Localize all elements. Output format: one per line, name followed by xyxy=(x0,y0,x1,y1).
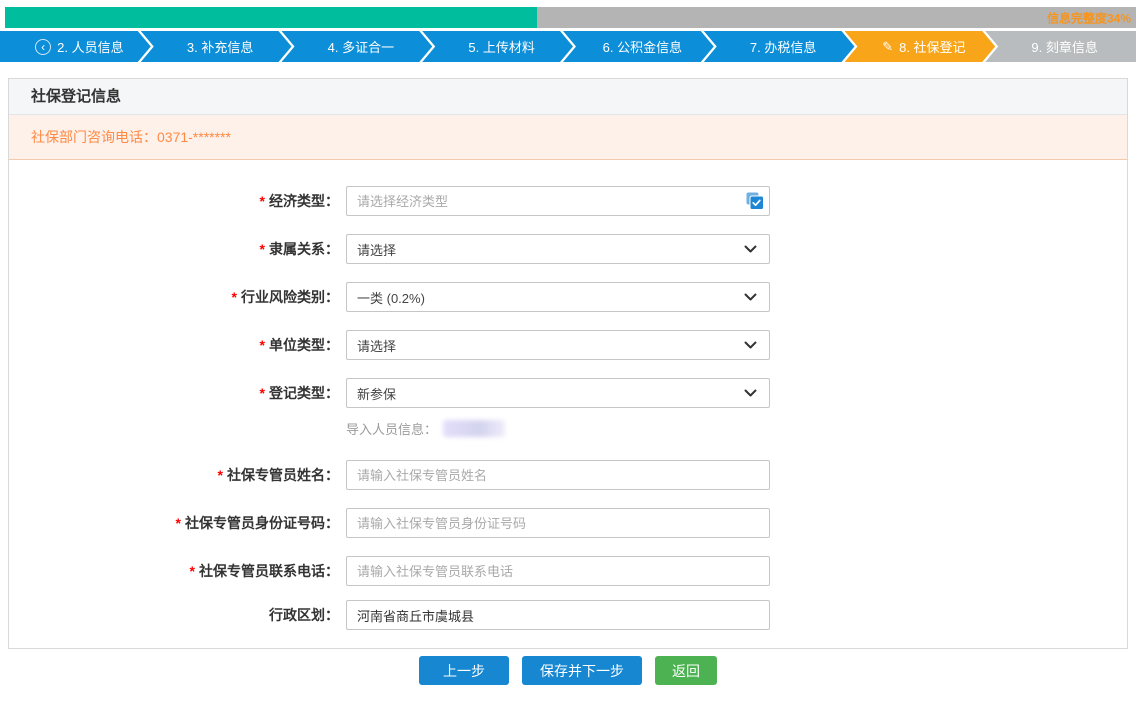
chevron-down-icon xyxy=(744,389,757,397)
step-label: 3. 补充信息 xyxy=(187,37,253,56)
page: 信息完整度34% ‹ 2. 人员信息 3. 补充信息 4. 多证合一 5. 上传… xyxy=(0,0,1136,703)
chevron-down-icon xyxy=(744,341,757,349)
required-mark: * xyxy=(218,467,223,483)
progress-fill xyxy=(5,7,537,28)
step-label: 9. 刻章信息 xyxy=(1031,37,1097,56)
required-mark: * xyxy=(176,515,181,531)
step-social-security[interactable]: ✎ 8. 社保登记 xyxy=(845,31,996,62)
row-economic-type: *经济类型： xyxy=(9,186,1127,216)
required-mark: * xyxy=(260,241,265,257)
row-ss-manager-id: *社保专管员身份证号码： xyxy=(9,508,1127,538)
pencil-icon: ✎ xyxy=(882,39,893,55)
social-security-form: *经济类型： *隶属关系： 请选择 xyxy=(9,160,1127,648)
industry-risk-select[interactable]: 一类 (0.2%) xyxy=(346,282,770,312)
row-ss-manager-phone: *社保专管员联系电话： xyxy=(9,556,1127,586)
checkbox-picker-icon[interactable] xyxy=(745,191,765,211)
step-personnel-info[interactable]: ‹ 2. 人员信息 xyxy=(0,31,151,62)
selected-value: 请选择 xyxy=(357,336,744,355)
step-label: 4. 多证合一 xyxy=(328,37,394,56)
required-mark: * xyxy=(260,385,265,401)
action-bar: 上一步 保存并下一步 返回 xyxy=(0,656,1136,685)
step-multi-cert[interactable]: 4. 多证合一 xyxy=(282,31,433,62)
unit-type-select[interactable]: 请选择 xyxy=(346,330,770,360)
affiliation-select[interactable]: 请选择 xyxy=(346,234,770,264)
notice-bar: 社保部门咨询电话：0371-******* xyxy=(9,115,1127,160)
row-industry-risk: *行业风险类别： 一类 (0.2%) xyxy=(9,282,1127,312)
completeness-progressbar: 信息完整度34% xyxy=(5,7,1136,28)
required-mark: * xyxy=(260,337,265,353)
step-label: 2. 人员信息 xyxy=(57,37,123,56)
required-mark: * xyxy=(260,193,265,209)
ss-manager-name-input[interactable] xyxy=(346,460,770,490)
step-tax-info[interactable]: 7. 办税信息 xyxy=(704,31,855,62)
step-label: 6. 公积金信息 xyxy=(603,37,682,56)
field-label: 经济类型： xyxy=(269,193,339,209)
selected-value: 新参保 xyxy=(357,384,744,403)
step-label: 8. 社保登记 xyxy=(899,37,965,56)
row-unit-type: *单位类型： 请选择 xyxy=(9,330,1127,360)
field-label: 隶属关系： xyxy=(269,241,339,257)
field-label: 行业风险类别： xyxy=(241,289,339,305)
import-person-link-redacted[interactable] xyxy=(443,420,505,437)
admin-division-input[interactable] xyxy=(346,600,770,630)
field-label: 行政区划： xyxy=(269,607,339,623)
registration-type-select[interactable]: 新参保 xyxy=(346,378,770,408)
save-and-next-button[interactable]: 保存并下一步 xyxy=(522,656,642,685)
panel-title: 社保登记信息 xyxy=(9,79,1127,115)
step-seal-info[interactable]: 9. 刻章信息 xyxy=(985,31,1136,62)
step-nav: ‹ 2. 人员信息 3. 补充信息 4. 多证合一 5. 上传材料 6. 公积金… xyxy=(0,31,1136,62)
row-admin-division: 行政区划： xyxy=(9,600,1127,630)
step-label: 5. 上传材料 xyxy=(468,37,534,56)
selected-value: 请选择 xyxy=(357,240,744,259)
field-label: 社保专管员联系电话： xyxy=(199,563,339,579)
import-person-note: 导入人员信息： xyxy=(346,418,1127,438)
step-supplementary-info[interactable]: 3. 补充信息 xyxy=(141,31,292,62)
field-label: 登记类型： xyxy=(269,385,339,401)
import-person-label: 导入人员信息： xyxy=(346,419,437,438)
progress-label: 信息完整度34% xyxy=(1047,9,1131,26)
chevron-down-icon xyxy=(744,293,757,301)
chevron-down-icon xyxy=(744,245,757,253)
step-upload-materials[interactable]: 5. 上传材料 xyxy=(422,31,573,62)
prev-step-button[interactable]: 上一步 xyxy=(419,656,509,685)
ss-manager-id-input[interactable] xyxy=(346,508,770,538)
ss-manager-phone-input[interactable] xyxy=(346,556,770,586)
field-label: 社保专管员姓名： xyxy=(227,467,339,483)
notice-text: 社保部门咨询电话：0371-******* xyxy=(31,129,231,145)
required-mark: * xyxy=(232,289,237,305)
form-panel: 社保登记信息 社保部门咨询电话：0371-******* *经济类型： xyxy=(8,78,1128,649)
row-registration-type: *登记类型： 新参保 xyxy=(9,378,1127,408)
step-housing-fund[interactable]: 6. 公积金信息 xyxy=(563,31,714,62)
back-circle-icon[interactable]: ‹ xyxy=(35,39,51,55)
return-button[interactable]: 返回 xyxy=(655,656,717,685)
selected-value: 一类 (0.2%) xyxy=(357,288,744,307)
economic-type-input[interactable] xyxy=(346,186,770,216)
required-mark: * xyxy=(190,563,195,579)
step-label: 7. 办税信息 xyxy=(750,37,816,56)
row-affiliation: *隶属关系： 请选择 xyxy=(9,234,1127,264)
field-label: 社保专管员身份证号码： xyxy=(185,515,339,531)
row-ss-manager-name: *社保专管员姓名： xyxy=(9,460,1127,490)
field-label: 单位类型： xyxy=(269,337,339,353)
